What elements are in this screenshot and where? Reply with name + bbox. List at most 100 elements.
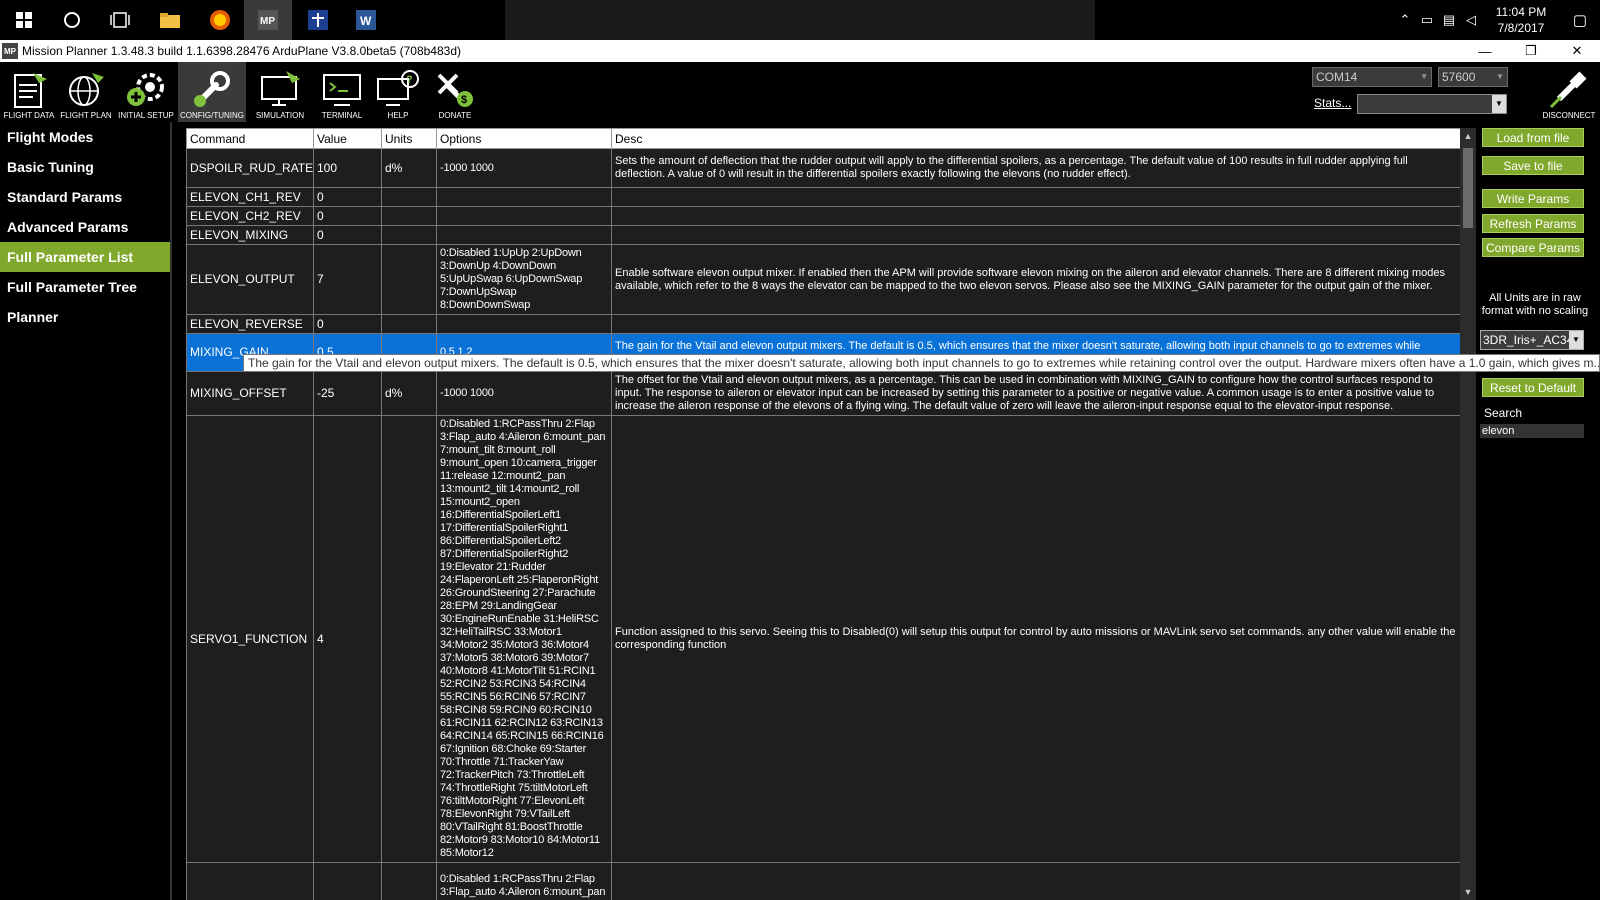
battery-icon[interactable]: ▭: [1416, 12, 1438, 28]
write-params-button[interactable]: Write Params: [1482, 189, 1584, 208]
simulation-button[interactable]: SIMULATION: [250, 62, 310, 122]
stats-select[interactable]: ▼: [1357, 94, 1507, 114]
reset-to-default-button[interactable]: Reset to Default: [1482, 378, 1584, 397]
table-row[interactable]: 0:Disabled 1:RCPassThru 2:Flap 3:Flap_aut…: [186, 862, 1460, 900]
app-icon: MP: [2, 43, 18, 59]
command-cell[interactable]: [186, 862, 314, 900]
table-row[interactable]: ELEVON_REVERSE 0: [186, 314, 1460, 334]
units-cell[interactable]: [381, 415, 437, 863]
search-input[interactable]: [1480, 424, 1584, 438]
chevron-up-icon[interactable]: ⌃: [1394, 12, 1416, 28]
table-row[interactable]: ELEVON_CH2_REV 0: [186, 206, 1460, 226]
command-cell[interactable]: ELEVON_OUTPUT: [186, 244, 314, 315]
sidebar-item-planner[interactable]: Planner: [0, 302, 170, 332]
sidebar-item-basic-tuning[interactable]: Basic Tuning: [0, 152, 170, 182]
search-circle-icon[interactable]: [48, 0, 96, 40]
initial-setup-button[interactable]: INITIAL SETUP: [116, 62, 176, 122]
disconnect-label: DISCONNECT: [1542, 111, 1596, 120]
mission-planner-taskbar-icon[interactable]: MP: [244, 0, 292, 40]
load-from-file-button[interactable]: Load from file: [1482, 128, 1584, 147]
command-cell[interactable]: ELEVON_CH1_REV: [186, 187, 314, 207]
value-cell[interactable]: 100: [313, 148, 382, 188]
chevron-down-icon[interactable]: ▼: [1460, 884, 1476, 900]
sidebar-item-full-parameter-list[interactable]: Full Parameter List: [0, 242, 170, 272]
search-label: Search: [1484, 406, 1523, 420]
scrollbar-thumb[interactable]: [1463, 148, 1473, 228]
column-header-desc[interactable]: Desc: [611, 128, 1460, 149]
command-cell[interactable]: DSPOILR_RUD_RATE: [186, 148, 314, 188]
port-select[interactable]: COM14 ▼: [1312, 67, 1432, 87]
column-header-options[interactable]: Options: [436, 128, 612, 149]
column-header-value[interactable]: Value: [313, 128, 382, 149]
config-tuning-button[interactable]: CONFIG/TUNING: [178, 62, 246, 122]
wrench-icon: [190, 67, 234, 111]
units-cell[interactable]: [381, 206, 437, 226]
help-button[interactable]: ? HELP: [372, 62, 424, 122]
maximize-icon[interactable]: ❐: [1508, 40, 1554, 62]
network-icon[interactable]: ▤: [1438, 12, 1460, 28]
units-cell[interactable]: [381, 862, 437, 900]
flight-data-button[interactable]: FLIGHT DATA: [2, 62, 56, 122]
table-row[interactable]: MIXING_OFFSET -25 d% -1000 1000 The offset f…: [186, 371, 1460, 416]
value-cell[interactable]: 0: [313, 187, 382, 207]
stats-link[interactable]: Stats...: [1314, 96, 1351, 110]
table-row[interactable]: ELEVON_OUTPUT 7 0:Disabled 1:UpUp 2:UpDown…: [186, 244, 1460, 315]
command-cell[interactable]: SERVO1_FUNCTION: [186, 415, 314, 863]
desc-cell: [611, 314, 1460, 334]
table-row[interactable]: ELEVON_CH1_REV 0: [186, 187, 1460, 207]
baud-select[interactable]: 57600 ▼: [1438, 67, 1508, 87]
chevron-down-icon: ▼: [1420, 72, 1428, 81]
windows-start-icon[interactable]: [0, 0, 48, 40]
grid-scrollbar[interactable]: ▲ ▼: [1460, 128, 1476, 900]
profile-select[interactable]: 3DR_Iris+_AC34 ▼: [1480, 330, 1584, 350]
close-icon[interactable]: ✕: [1554, 40, 1600, 62]
value-cell[interactable]: 0: [313, 225, 382, 245]
minimize-icon[interactable]: —: [1462, 40, 1508, 62]
units-cell[interactable]: d%: [381, 148, 437, 188]
sidebar-item-flight-modes[interactable]: Flight Modes: [0, 122, 170, 152]
units-cell[interactable]: [381, 225, 437, 245]
value-cell[interactable]: 4: [313, 415, 382, 863]
save-to-file-button[interactable]: Save to file: [1482, 156, 1584, 175]
sidebar-item-standard-params[interactable]: Standard Params: [0, 182, 170, 212]
value-cell[interactable]: 0: [313, 314, 382, 334]
command-cell[interactable]: ELEVON_REVERSE: [186, 314, 314, 334]
command-cell[interactable]: MIXING_OFFSET: [186, 371, 314, 416]
app-figure-icon[interactable]: [294, 0, 342, 40]
task-view-icon[interactable]: [96, 0, 144, 40]
file-explorer-icon[interactable]: [146, 0, 194, 40]
word-icon[interactable]: W: [342, 0, 390, 40]
option-line: 34:Motor2 35:Motor3 36:Motor4: [440, 639, 589, 651]
table-row[interactable]: SERVO1_FUNCTION 4 0:Disabled 1:RCPassThru …: [186, 415, 1460, 863]
units-cell[interactable]: [381, 187, 437, 207]
column-header-command[interactable]: Command: [186, 128, 314, 149]
volume-icon[interactable]: ◁: [1460, 12, 1482, 28]
column-header-units[interactable]: Units: [381, 128, 437, 149]
table-row[interactable]: DSPOILR_RUD_RATE 100 d% -1000 1000 Sets the …: [186, 148, 1460, 188]
sidebar-item-advanced-params[interactable]: Advanced Params: [0, 212, 170, 242]
value-cell[interactable]: [313, 862, 382, 900]
terminal-button[interactable]: TERMINAL: [314, 62, 370, 122]
option-line: 3:DownUp 4:DownDown: [440, 260, 557, 272]
refresh-params-button[interactable]: Refresh Params: [1482, 214, 1584, 233]
sidebar-item-full-parameter-tree[interactable]: Full Parameter Tree: [0, 272, 170, 302]
table-row[interactable]: ELEVON_MIXING 0: [186, 225, 1460, 245]
units-cell[interactable]: [381, 314, 437, 334]
flight-plan-button[interactable]: FLIGHT PLAN: [58, 62, 114, 122]
command-cell[interactable]: ELEVON_CH2_REV: [186, 206, 314, 226]
chevron-up-icon[interactable]: ▲: [1460, 128, 1476, 144]
notification-icon[interactable]: ▢: [1560, 11, 1600, 29]
option-line: 61:RCIN11 62:RCIN12 63:RCIN13: [440, 717, 603, 729]
value-cell[interactable]: -25: [313, 371, 382, 416]
compare-params-button[interactable]: Compare Params: [1482, 238, 1584, 257]
value-cell[interactable]: 7: [313, 244, 382, 315]
donate-button[interactable]: $ DONATE: [428, 62, 482, 122]
units-cell[interactable]: [381, 244, 437, 315]
firefox-icon[interactable]: [196, 0, 244, 40]
units-cell[interactable]: d%: [381, 371, 437, 416]
parameter-grid: Command Value Units Options Desc DSPOILR…: [186, 128, 1460, 900]
value-cell[interactable]: 0: [313, 206, 382, 226]
command-cell[interactable]: ELEVON_MIXING: [186, 225, 314, 245]
disconnect-button[interactable]: DISCONNECT: [1538, 62, 1600, 122]
taskbar-clock[interactable]: 11:04 PM 7/8/2017: [1482, 4, 1560, 36]
